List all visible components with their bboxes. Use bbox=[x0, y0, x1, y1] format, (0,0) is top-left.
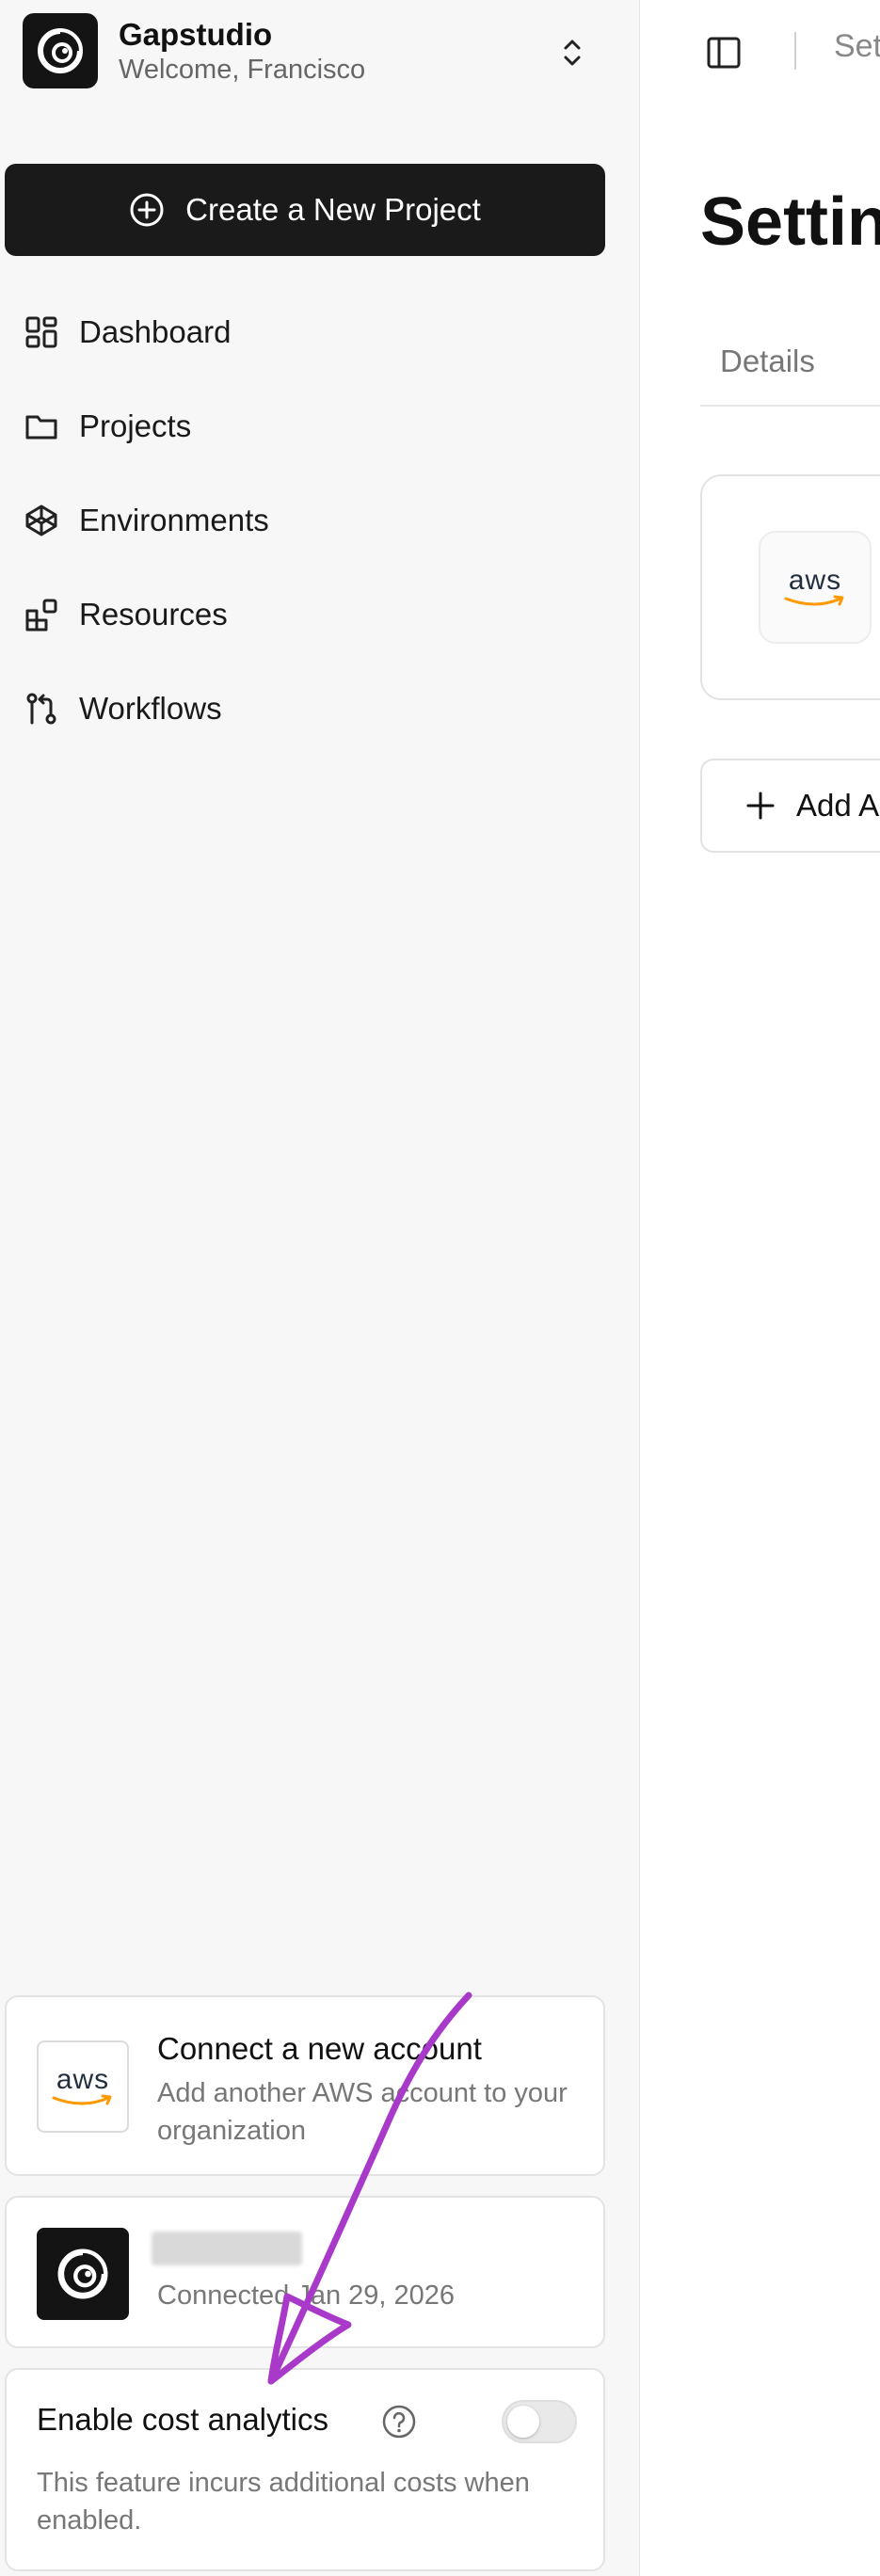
aws-logo-text: aws bbox=[56, 2064, 110, 2095]
add-account-button[interactable]: Add A bbox=[700, 759, 880, 853]
create-project-button[interactable]: Create a New Project bbox=[5, 164, 605, 256]
help-circle-icon[interactable] bbox=[381, 2404, 417, 2444]
connected-account-card[interactable]: Connected Jan 29, 2026 bbox=[5, 2196, 605, 2348]
plus-circle-icon bbox=[129, 192, 165, 228]
tab-divider bbox=[700, 405, 880, 407]
cost-analytics-description: This feature incurs additional costs whe… bbox=[37, 2468, 530, 2536]
connect-account-subtitle: Add another AWS account to your organiza… bbox=[157, 2078, 568, 2146]
cube-icon bbox=[23, 502, 60, 539]
sidebar-item-workflows[interactable]: Workflows bbox=[23, 662, 606, 756]
topbar-divider bbox=[794, 32, 796, 70]
org-switcher[interactable]: Gapstudio Welcome, Francisco bbox=[23, 13, 606, 90]
sidebar-item-dashboard[interactable]: Dashboard bbox=[23, 285, 606, 379]
org-name: Gapstudio bbox=[119, 17, 273, 52]
connect-account-card[interactable]: aws Connect a new account Add another AW… bbox=[5, 1995, 605, 2176]
cost-analytics-card: Enable cost analytics This feature incur… bbox=[5, 2368, 605, 2571]
create-project-label: Create a New Project bbox=[185, 192, 481, 227]
sidebar-nav: Dashboard Projects Environments Resource… bbox=[23, 285, 606, 756]
sidebar-item-label: Projects bbox=[79, 408, 192, 443]
gapstudio-logo-icon bbox=[23, 13, 98, 88]
aws-logo-icon: aws bbox=[37, 2040, 129, 2133]
page-title: Settin bbox=[700, 184, 880, 260]
account-avatar bbox=[37, 2228, 129, 2320]
sidebar-item-projects[interactable]: Projects bbox=[23, 379, 606, 473]
dashboard-icon bbox=[23, 313, 60, 351]
aws-logo-text: aws bbox=[788, 565, 842, 596]
sidebar-item-label: Workflows bbox=[79, 691, 222, 726]
sidebar-item-resources[interactable]: Resources bbox=[23, 568, 606, 662]
toggle-knob bbox=[507, 2406, 539, 2438]
add-account-label: Add A bbox=[796, 788, 880, 823]
breadcrumb[interactable]: Set bbox=[834, 28, 880, 65]
tab-details[interactable]: Details bbox=[720, 344, 815, 379]
main-content: Set Settin Details aws Add A bbox=[641, 0, 880, 2576]
cost-analytics-title: Enable cost analytics bbox=[37, 2402, 329, 2437]
folder-icon bbox=[23, 408, 60, 445]
chevron-up-down-icon[interactable] bbox=[550, 30, 595, 75]
cost-analytics-toggle[interactable] bbox=[502, 2400, 577, 2443]
plus-icon bbox=[745, 791, 776, 821]
aws-account-card[interactable]: aws bbox=[700, 474, 880, 700]
sidebar-item-label: Resources bbox=[79, 597, 228, 632]
aws-smile-icon bbox=[784, 595, 844, 606]
welcome-text: Welcome, Francisco bbox=[119, 55, 366, 85]
git-branch-icon bbox=[23, 690, 60, 728]
gapstudio-logo-icon bbox=[57, 2248, 108, 2299]
sidebar-item-environments[interactable]: Environments bbox=[23, 473, 606, 568]
aws-logo-icon: aws bbox=[759, 531, 872, 644]
aws-smile-icon bbox=[52, 2094, 112, 2105]
sidebar-toggle-icon[interactable] bbox=[703, 32, 744, 73]
sidebar-item-label: Dashboard bbox=[79, 314, 232, 349]
sidebar-item-label: Environments bbox=[79, 503, 269, 537]
connect-account-title: Connect a new account bbox=[157, 2031, 482, 2066]
redacted-account-name bbox=[152, 2232, 302, 2265]
sidebar: Gapstudio Welcome, Francisco Create a Ne… bbox=[0, 0, 640, 2576]
resources-icon bbox=[23, 596, 60, 633]
connected-date: Connected Jan 29, 2026 bbox=[157, 2280, 456, 2311]
